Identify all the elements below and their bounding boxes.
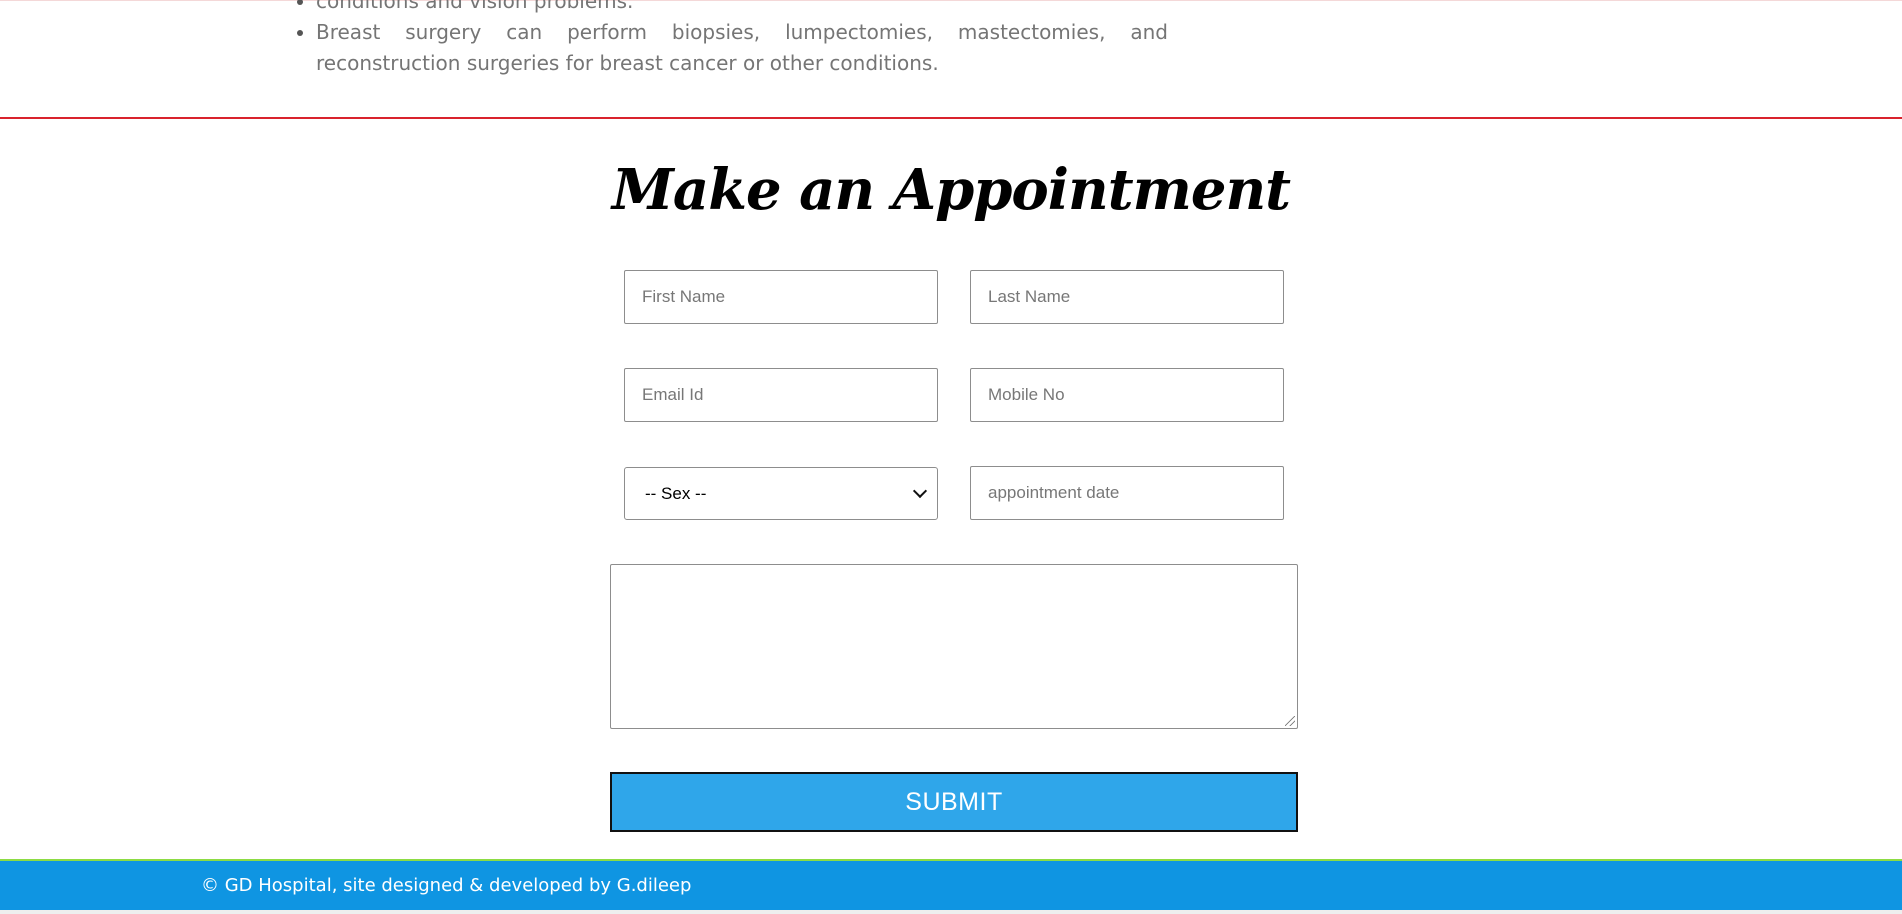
site-footer: © GD Hospital, site designed & developed… — [0, 861, 1902, 910]
bottom-strip — [0, 910, 1902, 914]
list-item-line: conditions and vision problems. — [316, 0, 634, 13]
footer-copyright: © GD Hospital, site designed & developed… — [201, 875, 692, 896]
list-item-line: Breast surgery can perform biopsies, lum… — [316, 20, 1168, 44]
section-divider — [0, 117, 1902, 119]
list-item: Breast surgery can perform biopsies, lum… — [316, 17, 1168, 79]
sex-select[interactable]: -- Sex -- — [624, 467, 938, 520]
mobile-input[interactable] — [970, 368, 1284, 422]
email-input[interactable] — [624, 368, 938, 422]
resize-grip-icon[interactable] — [1285, 716, 1295, 726]
list-item: conditions and vision problems. — [316, 0, 1168, 17]
list-item-line: reconstruction surgeries for breast canc… — [316, 51, 939, 75]
submit-button[interactable]: SUBMIT — [610, 772, 1298, 832]
sex-select-value: -- Sex -- — [645, 483, 707, 503]
appointment-title: Make an Appointment — [611, 157, 1291, 223]
chevron-down-icon — [912, 483, 928, 499]
appointment-date-input[interactable] — [970, 466, 1284, 520]
submit-button-label: SUBMIT — [905, 787, 1003, 816]
first-name-input[interactable] — [624, 270, 938, 324]
last-name-input[interactable] — [970, 270, 1284, 324]
message-textarea[interactable] — [610, 564, 1298, 729]
services-list: conditions and vision problems. Breast s… — [290, 0, 1168, 79]
